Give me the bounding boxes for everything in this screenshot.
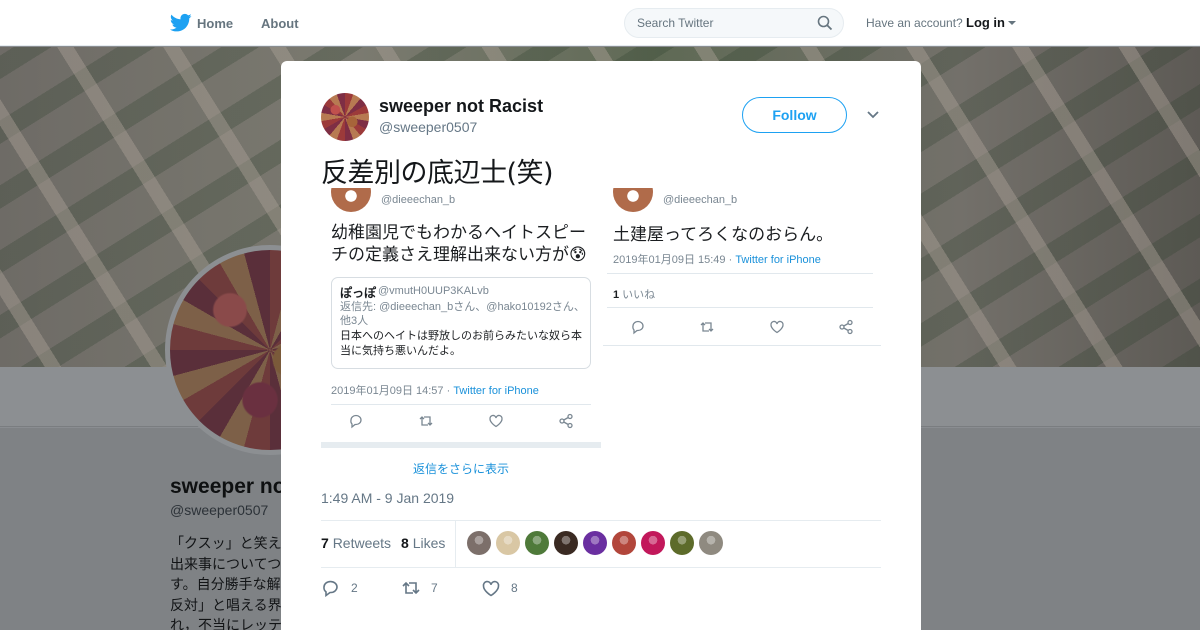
liker-avatar[interactable] (583, 531, 607, 555)
liker-avatar[interactable] (496, 531, 520, 555)
chevron-down-icon[interactable] (866, 110, 880, 120)
reply-count: 2 (351, 581, 358, 595)
retweet-icon (402, 581, 420, 595)
heart-icon (770, 320, 784, 334)
embedded-handle: @dieeechan_b (381, 194, 456, 206)
liker-avatar[interactable] (612, 531, 636, 555)
share-icon (839, 319, 853, 335)
nav-about-link[interactable]: About (261, 16, 299, 31)
embedded-avatar (613, 188, 653, 212)
embedded-action-row (603, 316, 881, 338)
liker-avatar[interactable] (670, 531, 694, 555)
caret-down-icon[interactable] (1008, 21, 1016, 25)
retweet-icon (700, 322, 714, 332)
retweets-count: 7 (321, 535, 329, 551)
embedded-date: 2019年01月09日 15:49 · Twitter for iPhone (613, 251, 821, 267)
search-input[interactable]: Search Twitter (624, 8, 844, 38)
divider (321, 520, 881, 521)
tweet-text: 反差別の底辺士(笑) (321, 158, 554, 189)
share-icon (559, 413, 573, 429)
embedded-date: 2019年01月09日 14:57 · Twitter for iPhone (331, 382, 539, 398)
embedded-date-text: 2019年01月09日 14:57 · (331, 385, 454, 397)
author-handle[interactable]: @sweeper0507 (379, 119, 477, 135)
like-button[interactable]: 8 (481, 579, 561, 597)
quote-author-handle: @vmutH0UUP3KALvb (378, 285, 489, 297)
retweet-icon (419, 416, 433, 426)
heart-icon (489, 414, 503, 428)
embedded-avatar (331, 188, 371, 212)
search-icon[interactable] (817, 15, 833, 31)
embedded-via: Twitter for iPhone (453, 385, 539, 397)
attached-image-right[interactable]: @dieeechan_b 土建屋ってろくなのおらん。 2019年01月09日 1… (603, 188, 881, 349)
author-name[interactable]: sweeper not Racist (379, 96, 543, 117)
embedded-action-row (321, 410, 601, 432)
like-count: 8 (511, 581, 518, 595)
reply-button[interactable]: 2 (321, 579, 401, 597)
quote-body: 日本へのヘイトは野放しのお前らみたいな奴ら本当に気持ち悪いんだよ。 (340, 330, 582, 357)
liker-avatar[interactable] (554, 531, 578, 555)
top-navigation-bar: Home About Search Twitter Have an accoun… (0, 0, 1200, 46)
embedded-handle: @dieeechan_b (663, 194, 738, 206)
embedded-via: Twitter for iPhone (735, 254, 821, 266)
likes-label: Likes (412, 535, 446, 551)
divider (607, 273, 873, 274)
divider (321, 567, 881, 568)
embedded-tweet-text: 幼稚園児でもわかるヘイトスピーチの定義さえ理解出来ない方が😰 (331, 223, 587, 265)
quote-author-name: ぽっぽ (340, 286, 377, 300)
profile-handle: @sweeper0507 (170, 502, 269, 518)
divider (607, 307, 873, 308)
embedded-tweet-text: 土建屋ってろくなのおらん。 (613, 225, 834, 245)
search-placeholder: Search Twitter (637, 16, 714, 30)
login-link[interactable]: Log in (966, 15, 1005, 30)
heart-icon (482, 580, 500, 597)
divider (331, 404, 591, 405)
retweets-label: Retweets (332, 535, 392, 551)
embedded-quote-card: ぽっぽ @vmutH0UUP3KALvb 返信先: @dieeechan_bさん… (331, 277, 591, 369)
embedded-date-text: 2019年01月09日 15:49 · (613, 254, 736, 266)
close-icon[interactable] (1154, 12, 1178, 36)
profile-bio: 「クスッ」と笑え出来事についてつす。自分勝手な解反対」と唱える界れ，不当にレッテ (170, 535, 282, 630)
retweet-button[interactable]: 7 (401, 579, 481, 597)
profile-name: sweeper no (170, 475, 286, 498)
retweet-count: 7 (431, 581, 438, 595)
show-more-replies-link: 返信をさらに表示 (412, 462, 509, 476)
liker-avatar[interactable] (699, 531, 723, 555)
tweet-action-bar: 2 7 8 (321, 579, 561, 597)
divider (455, 520, 456, 568)
twitter-bird-icon[interactable] (170, 13, 192, 33)
reply-icon (350, 414, 362, 429)
author-avatar[interactable] (321, 93, 369, 141)
quote-reply-to: 返信先: @dieeechan_bさん、@hako10192さん、他3人 (340, 301, 585, 327)
follow-button[interactable]: Follow (742, 97, 847, 133)
retweets-stat[interactable]: 7 Retweets (321, 535, 391, 551)
have-account-text: Have an account? (866, 16, 963, 30)
likes-stat[interactable]: 8 Likes (401, 535, 445, 551)
embedded-likes-label: いいね (619, 289, 656, 301)
liker-avatar[interactable] (525, 531, 549, 555)
tweet-timestamp[interactable]: 1:49 AM - 9 Jan 2019 (321, 490, 454, 506)
liker-avatar[interactable] (641, 531, 665, 555)
embedded-likes: 1 いいね (613, 286, 655, 302)
tweet-modal: sweeper not Racist @sweeper0507 Follow 反… (281, 61, 921, 630)
liker-avatar[interactable] (467, 531, 491, 555)
divider (603, 345, 881, 346)
reply-icon (323, 580, 338, 597)
likes-count: 8 (401, 535, 409, 551)
liker-avatars (467, 531, 723, 555)
attached-image-left[interactable]: @dieeechan_b 幼稚園児でもわかるヘイトスピーチの定義さえ理解出来ない… (321, 188, 601, 485)
embedded-separator (321, 442, 601, 448)
nav-home-link[interactable]: Home (197, 16, 233, 31)
reply-icon (631, 320, 644, 335)
